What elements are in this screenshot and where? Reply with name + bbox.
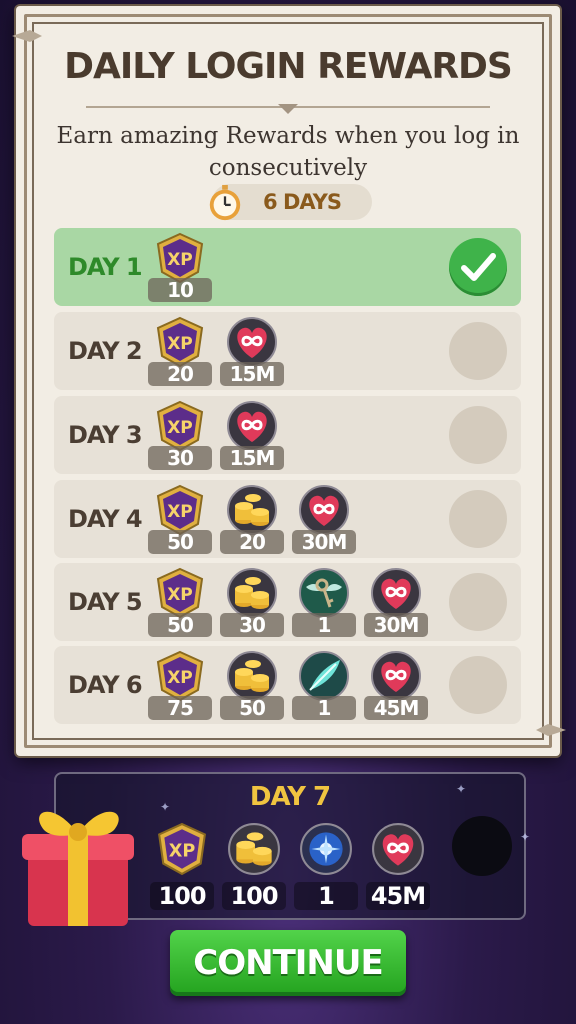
svg-text:XP: XP [169, 841, 196, 861]
day-row: DAY 5 XP 50 30 1 30M [54, 563, 521, 641]
day-label: DAY 3 [68, 421, 143, 449]
reward-item: 20 [220, 484, 284, 554]
day-row: DAY 3 XP 30 15M [54, 396, 521, 474]
reward-item: 15M [220, 316, 284, 386]
reward-amount: 50 [220, 696, 284, 720]
svg-text:XP: XP [167, 585, 193, 605]
day-row: DAY 6 XP 75 50 1 45M [54, 646, 521, 724]
day-label: DAY 6 [68, 671, 143, 699]
day-status-circle [449, 490, 507, 548]
continue-button[interactable]: CONTINUE [170, 930, 406, 996]
reward-item: 15M [220, 400, 284, 470]
day-status-circle [449, 573, 507, 631]
day-row: DAY 4 XP 50 20 30M [54, 480, 521, 558]
day-label: DAY 4 [68, 505, 143, 533]
reward-amount: 10 [148, 278, 212, 302]
reward-amount: 75 [148, 696, 212, 720]
day-label: DAY 5 [68, 588, 143, 616]
reward-item: 1 [292, 650, 356, 720]
blue-orb-icon [299, 822, 353, 876]
title-divider [86, 104, 490, 114]
checkmark-icon [449, 238, 507, 296]
reward-amount: 30 [148, 446, 212, 470]
gold-coins-icon [226, 567, 278, 619]
gift-box-icon [22, 811, 134, 926]
day-status-circle [449, 322, 507, 380]
reward-amount: 1 [292, 613, 356, 637]
xp-badge-icon: XP [155, 822, 209, 876]
reward-amount: 20 [220, 530, 284, 554]
svg-text:XP: XP [167, 418, 193, 438]
reward-item: XP 100 [150, 822, 214, 910]
xp-badge-icon: XP [154, 316, 206, 368]
reward-item: 50 [220, 650, 284, 720]
reward-item: XP 75 [148, 650, 212, 720]
reward-item: XP 50 [148, 567, 212, 637]
reward-amount: 50 [148, 530, 212, 554]
reward-amount: 50 [148, 613, 212, 637]
day7-status-circle [452, 816, 512, 876]
day-status-circle [449, 406, 507, 464]
gold-coins-icon [226, 484, 278, 536]
svg-text:XP: XP [167, 668, 193, 688]
reward-item: 45M [366, 822, 430, 910]
stopwatch-icon [209, 184, 241, 221]
day-status-circle [449, 656, 507, 714]
reward-item: XP 50 [148, 484, 212, 554]
infinity-heart-icon [298, 484, 350, 536]
gold-coins-icon [226, 650, 278, 702]
xp-badge-icon: XP [154, 567, 206, 619]
sparkle-icon: ✦ [520, 830, 531, 844]
svg-text:XP: XP [167, 502, 193, 522]
reward-item: XP 30 [148, 400, 212, 470]
xp-badge-icon: XP [154, 232, 206, 284]
reward-amount: 1 [292, 696, 356, 720]
reward-item: 30 [220, 567, 284, 637]
gold-coins-icon [227, 822, 281, 876]
day-row: DAY 2 XP 20 15M [54, 312, 521, 390]
subtitle: Earn amazing Rewards when you log in con… [56, 123, 520, 181]
reward-item: 45M [364, 650, 428, 720]
feather-icon [298, 650, 350, 702]
infinity-heart-icon [371, 822, 425, 876]
reward-item: 30M [292, 484, 356, 554]
reward-amount: 100 [222, 882, 286, 910]
sparkle-icon: ✦ [160, 800, 171, 814]
reward-amount: 45M [366, 882, 430, 910]
infinity-heart-icon [226, 316, 278, 368]
reward-item: 1 [294, 822, 358, 910]
xp-badge-icon: XP [154, 400, 206, 452]
winged-key-icon [298, 567, 350, 619]
day-label: DAY 1 [68, 253, 143, 281]
reward-amount: 30M [292, 530, 356, 554]
reward-amount: 100 [150, 882, 214, 910]
reward-item: XP 10 [148, 232, 212, 302]
reward-amount: 1 [294, 882, 358, 910]
infinity-heart-icon [226, 400, 278, 452]
corner-ornament-icon [536, 724, 566, 736]
reward-amount: 30M [364, 613, 428, 637]
streak-label: 6 DAYS [263, 190, 342, 214]
xp-badge-icon: XP [154, 650, 206, 702]
reward-item: 1 [292, 567, 356, 637]
infinity-heart-icon [370, 650, 422, 702]
reward-amount: 45M [364, 696, 428, 720]
reward-amount: 15M [220, 362, 284, 386]
reward-amount: 15M [220, 446, 284, 470]
page-title: DAILY LOGIN REWARDS [64, 46, 513, 87]
xp-badge-icon: XP [154, 484, 206, 536]
reward-item: 30M [364, 567, 428, 637]
sparkle-icon: ✦ [456, 782, 467, 796]
reward-amount: 20 [148, 362, 212, 386]
infinity-heart-icon [370, 567, 422, 619]
reward-item: XP 20 [148, 316, 212, 386]
day-label: DAY 2 [68, 337, 143, 365]
reward-amount: 30 [220, 613, 284, 637]
svg-text:XP: XP [167, 250, 193, 270]
svg-text:XP: XP [167, 334, 193, 354]
continue-label: CONTINUE [193, 943, 383, 983]
day-row: DAY 1 XP 10 [54, 228, 521, 306]
reward-item: 100 [222, 822, 286, 910]
